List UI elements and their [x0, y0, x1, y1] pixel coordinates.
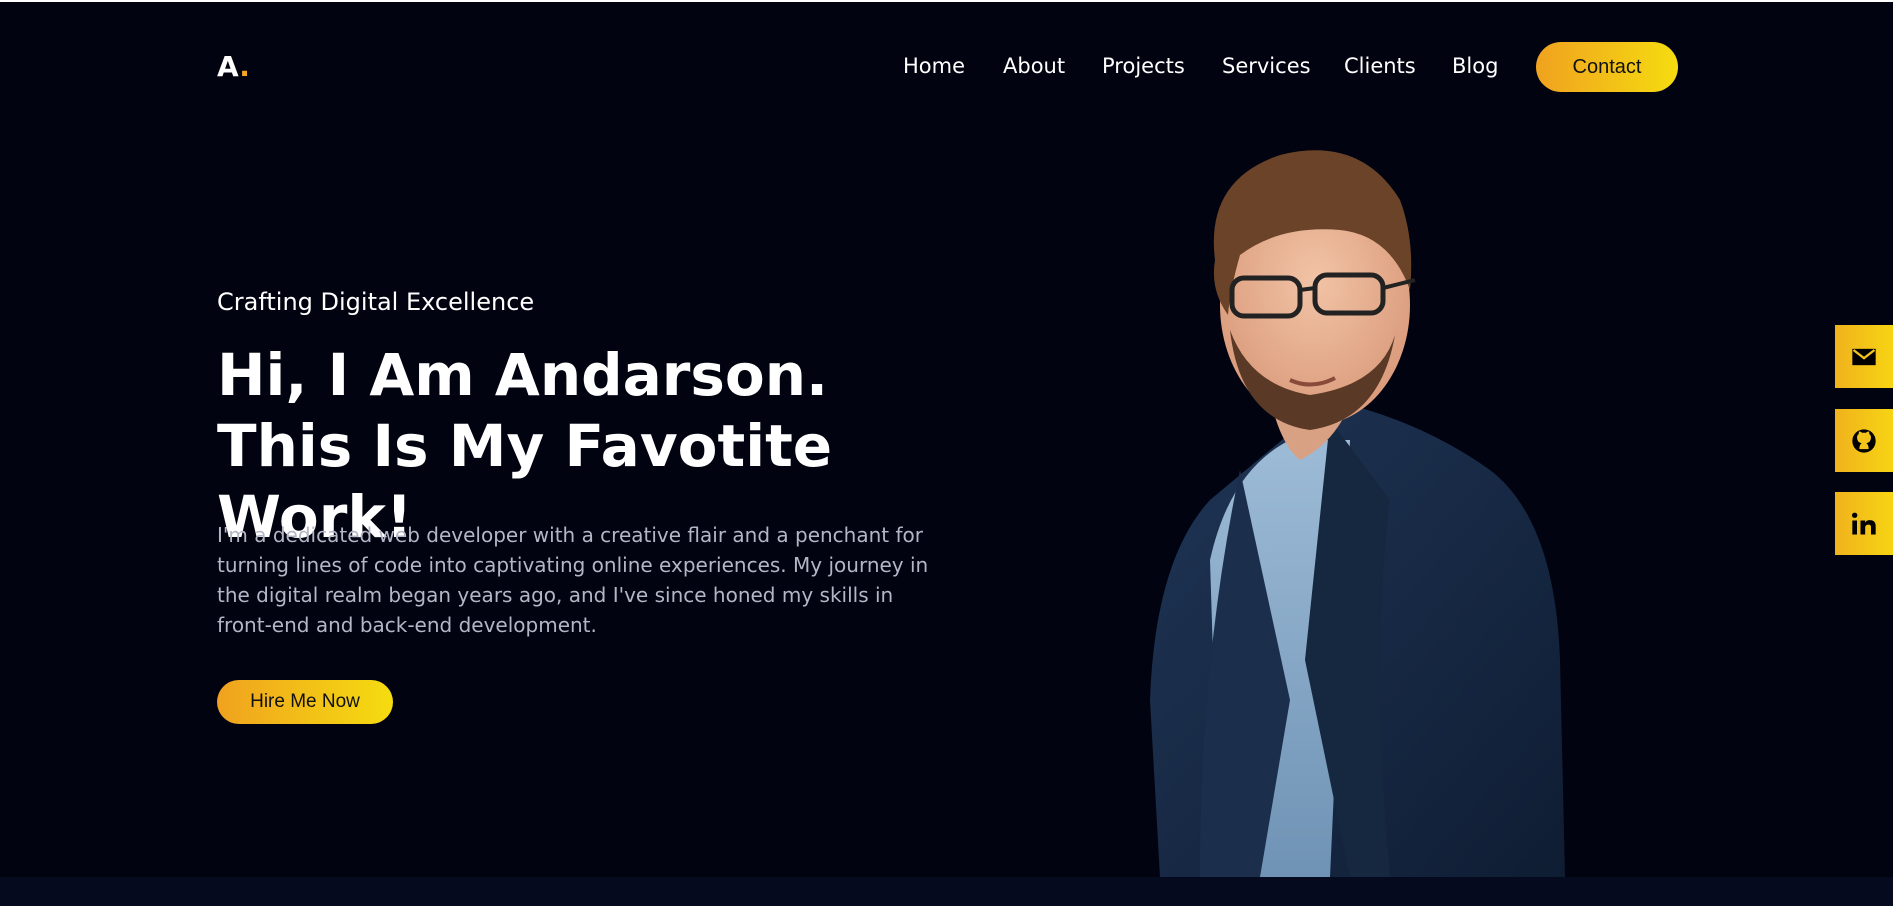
nav-projects[interactable]: Projects: [1102, 54, 1185, 78]
github-icon: [1852, 428, 1876, 453]
nav-blog[interactable]: Blog: [1452, 54, 1498, 78]
nav-clients[interactable]: Clients: [1344, 54, 1416, 78]
mail-icon: [1852, 348, 1876, 365]
nav-home[interactable]: Home: [903, 54, 965, 78]
next-section-edge: [0, 877, 1893, 906]
hire-me-button[interactable]: Hire Me Now: [217, 680, 393, 724]
nav-about[interactable]: About: [1003, 54, 1065, 78]
portrait-image: [1150, 150, 1565, 877]
linkedin-icon: [1851, 512, 1876, 534]
hero-intro: I'm a dedicated web developer with a cre…: [217, 523, 929, 637]
hero-subtitle: Crafting Digital Excellence: [217, 288, 535, 316]
linkedin-button[interactable]: [1835, 492, 1893, 555]
top-border: [0, 0, 1893, 2]
nav-services[interactable]: Services: [1222, 54, 1311, 78]
contact-button[interactable]: Contact: [1536, 42, 1678, 92]
github-button[interactable]: [1835, 409, 1893, 472]
mail-button[interactable]: [1835, 325, 1893, 388]
